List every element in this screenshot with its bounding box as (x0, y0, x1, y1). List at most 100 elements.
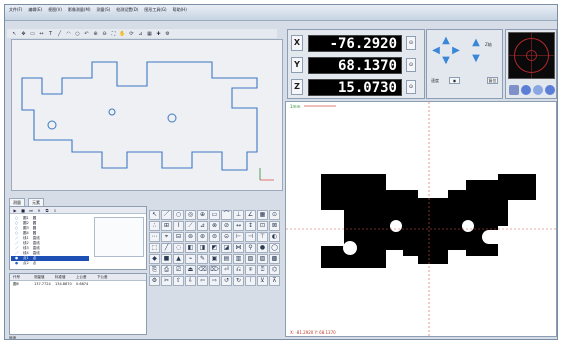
pointer-tool-icon[interactable]: ◆ (149, 254, 160, 264)
rect-tool-icon[interactable]: ⌦ (209, 265, 220, 275)
ring-tool-icon[interactable]: ⊠ (269, 221, 280, 231)
grid-tool-icon[interactable]: ⊻ (257, 276, 268, 286)
arc-tool-icon[interactable]: ▤ (221, 254, 232, 264)
settings-icon[interactable]: ⚙ (164, 31, 171, 37)
y-zero-button[interactable]: ⊙ (406, 58, 416, 72)
line-tool-icon[interactable]: ✂ (161, 276, 172, 286)
z-zero-button[interactable]: ⊙ (406, 80, 416, 94)
move-icon[interactable]: ✥ (20, 31, 27, 37)
rotate-icon[interactable]: ⟳ (128, 31, 135, 37)
grid-tool-icon[interactable]: ▨ (257, 254, 268, 264)
rect-tool-icon[interactable]: ⊜ (209, 232, 220, 242)
grid-tool-icon[interactable]: ⊤ (257, 232, 268, 242)
line-tool-icon[interactable]: ╱ (161, 243, 172, 253)
pointer-tool-icon[interactable]: ∴ (149, 221, 160, 231)
grid-tool-icon[interactable]: ⍰ (257, 265, 268, 275)
measure-icon[interactable]: ⊿ (137, 31, 144, 37)
menu-graphics[interactable]: 图形工具(G) (144, 7, 166, 13)
pointer-tool-icon[interactable]: ⎘ (149, 265, 160, 275)
circle-icon[interactable]: ○ (74, 31, 81, 37)
perpendicular-tool-icon[interactable]: ↻ (233, 276, 244, 286)
angle-tool-icon[interactable]: ▧ (245, 254, 256, 264)
z-down-icon[interactable]: ▼ (471, 54, 481, 64)
point-cross-tool-icon[interactable]: ⇦ (197, 276, 208, 286)
zoom-in-icon[interactable]: ⊕ (92, 31, 99, 37)
menu-view[interactable]: 视图(V) (48, 7, 62, 13)
line-tool-icon[interactable]: ⌖ (161, 232, 172, 242)
rect-tool-icon[interactable]: ▭ (209, 210, 220, 220)
circle-tool-icon[interactable]: ⎚ (173, 265, 184, 275)
menu-inspection[interactable]: 检测设置(D) (116, 7, 138, 13)
grid-tool-icon[interactable]: ● (257, 243, 268, 253)
grid-tool-icon[interactable]: ▦ (257, 210, 268, 220)
point-cross-tool-icon[interactable]: ⊕ (197, 210, 208, 220)
concentric-tool-icon[interactable]: ⌁ (185, 254, 196, 264)
line-tool-icon[interactable]: ⎙ (161, 265, 172, 275)
export-icon[interactable]: ⇩ (52, 208, 58, 213)
pointer-tool-icon[interactable]: ⬚ (149, 243, 160, 253)
tab-measure[interactable]: 测量 (9, 198, 25, 206)
light-mode-2-icon[interactable] (521, 85, 531, 95)
perpendicular-tool-icon[interactable]: ⊢ (233, 232, 244, 242)
point-cross-tool-icon[interactable]: ⊿ (197, 221, 208, 231)
pointer-tool-icon[interactable]: ⚙ (149, 276, 160, 286)
undo-icon[interactable]: ↶ (83, 31, 90, 37)
concentric-tool-icon[interactable]: ⟋ (185, 221, 196, 231)
line-tool-icon[interactable]: ■ (161, 254, 172, 264)
speed-slider-icon[interactable]: ◉ (449, 77, 460, 84)
line-tool-icon[interactable]: ／ (161, 210, 172, 220)
grid-icon[interactable]: ▦ (146, 31, 153, 37)
rect-select-icon[interactable]: ▭ (29, 31, 36, 37)
angle-tool-icon[interactable]: ⊺ (245, 276, 256, 286)
arc-tool-icon[interactable]: ↺ (221, 276, 232, 286)
ring-tool-icon[interactable]: ◯ (269, 243, 280, 253)
ring-tool-icon[interactable]: ◐ (269, 232, 280, 242)
ring-tool-icon[interactable]: ⊙ (269, 210, 280, 220)
play-icon[interactable]: ▶ (12, 208, 18, 213)
pointer-tool-icon[interactable]: ↖ (149, 210, 160, 220)
col-code[interactable]: 代号 (10, 274, 31, 280)
circle-tool-icon[interactable]: ⊟ (173, 232, 184, 242)
arrow-up-icon[interactable]: ▲ (441, 36, 451, 46)
step-icon[interactable]: ⏭ (28, 208, 34, 213)
arc-tool-icon[interactable]: ⌒ (221, 210, 232, 220)
point-cross-tool-icon[interactable]: ◨ (197, 243, 208, 253)
text-icon[interactable]: T (47, 31, 54, 37)
point-cross-tool-icon[interactable]: ⊛ (197, 232, 208, 242)
snap-icon[interactable]: ✚ (155, 31, 162, 37)
arc-tool-icon[interactable]: ⏎ (221, 265, 232, 275)
point-cross-tool-icon[interactable]: ⌫ (197, 265, 208, 275)
concentric-tool-icon[interactable]: ◧ (185, 243, 196, 253)
camera-view[interactable] (508, 32, 555, 79)
circle-tool-icon[interactable]: ▲ (173, 254, 184, 264)
cad-drawing-view[interactable] (11, 39, 283, 191)
rect-tool-icon[interactable]: ◩ (209, 243, 220, 253)
angle-tool-icon[interactable]: ↕ (245, 221, 256, 231)
ring-tool-icon[interactable]: ▩ (269, 254, 280, 264)
col-upper-tol[interactable]: 上公差 (73, 274, 94, 280)
line-tool-icon[interactable]: ⊞ (161, 221, 172, 231)
angle-tool-icon[interactable]: ∠ (245, 210, 256, 220)
circle-tool-icon[interactable]: ⇧ (173, 276, 184, 286)
perpendicular-tool-icon[interactable]: ⎌ (233, 265, 244, 275)
concentric-tool-icon[interactable]: ⇩ (185, 276, 196, 286)
perpendicular-tool-icon[interactable]: ⊥ (233, 210, 244, 220)
menu-measure[interactable]: 测量(S) (97, 7, 111, 13)
arrow-down-icon[interactable]: ▼ (441, 56, 451, 66)
z-up-icon[interactable]: ▲ (471, 38, 481, 48)
pan-icon[interactable]: ✋ (119, 31, 126, 37)
col-nominal[interactable]: 标准值 (52, 274, 73, 280)
menu-image-measure[interactable]: 影像测量(M) (68, 7, 91, 13)
arc-tool-icon[interactable]: ◪ (221, 243, 232, 253)
concentric-tool-icon[interactable]: ⊚ (185, 232, 196, 242)
light-mode-3-icon[interactable] (533, 85, 543, 95)
fit-icon[interactable]: ⛶ (110, 31, 117, 37)
perpendicular-tool-icon[interactable]: ▥ (233, 254, 244, 264)
dimension-icon[interactable]: ↔ (38, 31, 45, 37)
angle-tool-icon[interactable]: ⊣ (245, 232, 256, 242)
delete-icon[interactable]: ✕ (36, 208, 42, 213)
rect-tool-icon[interactable]: ⇨ (209, 276, 220, 286)
arc-tool-icon[interactable]: ⊘ (221, 221, 232, 231)
list-item[interactable]: ● 点2 点 (11, 261, 89, 266)
arrow-left-icon[interactable]: ◀ (431, 46, 441, 56)
